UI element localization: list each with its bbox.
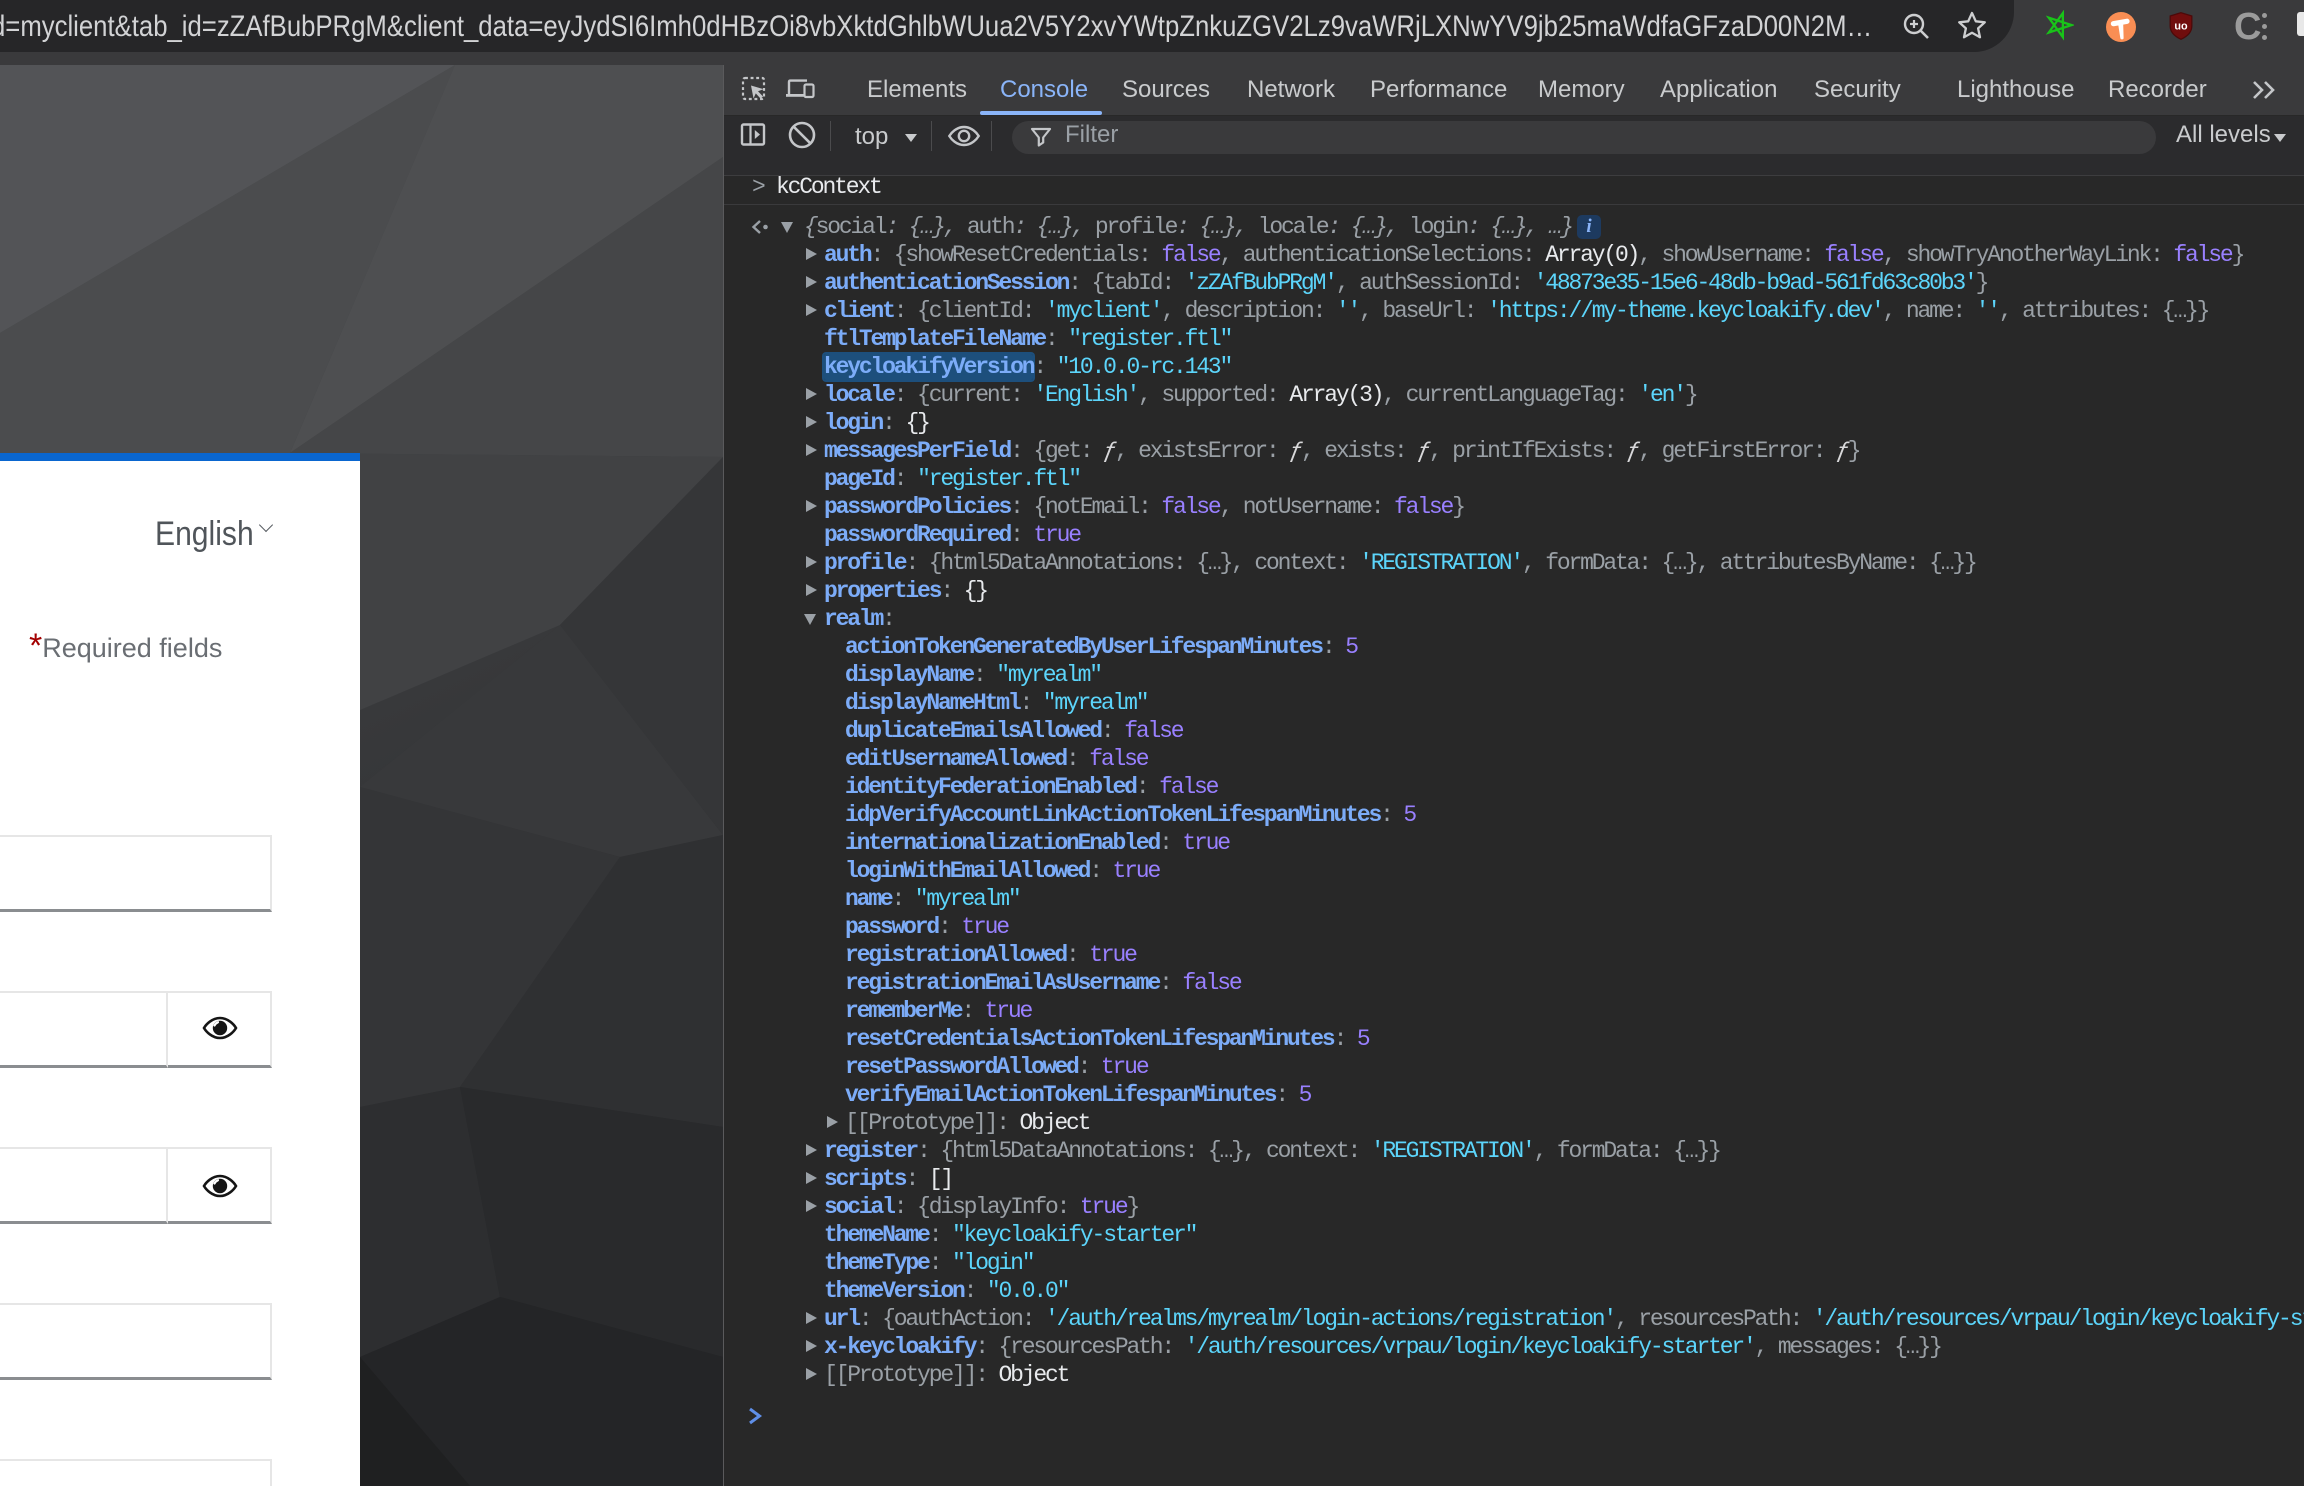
svg-text:uo: uo (2174, 20, 2188, 32)
